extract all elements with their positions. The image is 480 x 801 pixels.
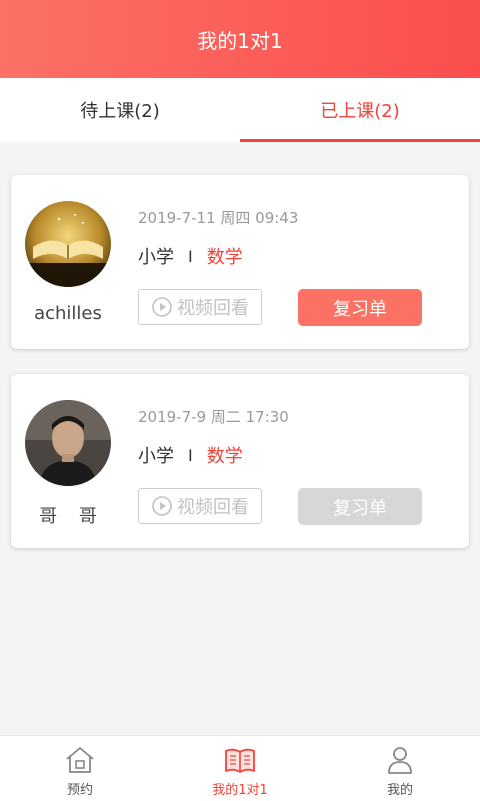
nav-label-my-1on1: 我的1对1 [212, 783, 268, 798]
play-circle-icon [152, 496, 172, 516]
review-sheet-button[interactable]: 复习单 [298, 488, 422, 525]
bottom-nav: 预约 我的1对1 我的 [0, 735, 480, 801]
open-book-icon [225, 748, 255, 773]
grade-level: 小学 [138, 446, 174, 467]
avatar [25, 201, 111, 287]
page-title: 我的1对1 [197, 28, 283, 53]
lesson-card[interactable]: achilles 2019-7-11 周四 09:43 小学 I 数学 视频回看… [11, 175, 469, 349]
review-sheet-button[interactable]: 复习单 [298, 289, 422, 326]
avatar [25, 400, 111, 486]
nav-label-me: 我的 [386, 783, 413, 798]
tab-completed[interactable]: 已上课(2) [240, 78, 480, 142]
grade-level: 小学 [138, 247, 174, 268]
lesson-subject-line: 小学 I 数学 [138, 243, 243, 269]
nav-item-my-1on1[interactable]: 我的1对1 [160, 736, 320, 801]
teacher-name: 哥 哥 [39, 506, 105, 527]
tab-bar: 待上课(2) 已上课(2) [0, 78, 480, 142]
nav-label-booking: 预约 [66, 783, 93, 798]
person-icon [388, 747, 412, 774]
lesson-datetime: 2019-7-9 周二 17:30 [138, 408, 289, 426]
video-replay-button[interactable]: 视频回看 [138, 289, 262, 325]
lesson-subject-line: 小学 I 数学 [138, 442, 243, 468]
video-replay-label: 视频回看 [177, 497, 249, 518]
teacher-name: achilles [34, 303, 102, 324]
play-circle-icon [152, 297, 172, 317]
subject: 数学 [206, 247, 243, 268]
separator: I [188, 246, 193, 266]
lesson-datetime: 2019-7-11 周四 09:43 [138, 209, 299, 227]
review-sheet-label: 复习单 [333, 298, 387, 320]
video-replay-label: 视频回看 [177, 298, 249, 319]
nav-item-me[interactable]: 我的 [320, 736, 480, 801]
nav-item-booking[interactable]: 预约 [0, 736, 160, 801]
tab-completed-label: 已上课(2) [320, 101, 400, 122]
tab-upcoming-label: 待上课(2) [80, 101, 160, 122]
review-sheet-label: 复习单 [333, 497, 387, 519]
app-header: 我的1对1 [0, 0, 480, 78]
tab-upcoming[interactable]: 待上课(2) [0, 78, 240, 142]
separator: I [188, 445, 193, 465]
video-replay-button[interactable]: 视频回看 [138, 488, 262, 524]
home-icon [66, 747, 94, 773]
subject: 数学 [206, 446, 243, 467]
lesson-card[interactable]: 哥 哥 2019-7-9 周二 17:30 小学 I 数学 视频回看 复习单 [11, 374, 469, 548]
